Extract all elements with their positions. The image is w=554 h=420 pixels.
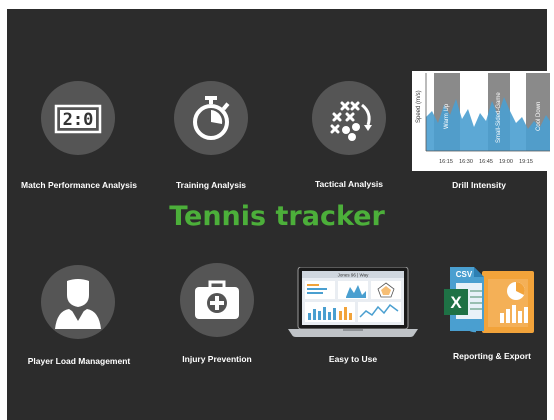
- drill-chart-ylabel: Speed (m/s): [416, 90, 422, 123]
- feature-label-tactical: Tactical Analysis: [314, 179, 384, 189]
- excel-letter: X: [450, 293, 462, 312]
- feature-label-training: Training Analysis: [175, 180, 247, 190]
- feature-label-drill-intensity: Drill Intensity: [452, 180, 506, 190]
- drill-phase-label: Cool Down: [536, 102, 542, 131]
- tactics-icon[interactable]: [312, 81, 386, 155]
- drill-x-tick: 16:45: [479, 159, 493, 165]
- feature-label-player-load: Player Load Management: [27, 356, 131, 366]
- scoreboard-value: 2:0: [63, 110, 94, 130]
- drill-x-tick: 16:15: [439, 159, 453, 165]
- laptop-dashboard-icon[interactable]: Jones 96 | Way: [288, 267, 418, 339]
- drill-x-tick: 19:15: [519, 159, 533, 165]
- feature-label-match-performance: Match Performance Analysis: [21, 180, 137, 190]
- feature-label-injury-prevention: Injury Prevention: [182, 354, 252, 364]
- first-aid-kit-icon[interactable]: [180, 263, 254, 337]
- drill-phase-label: Warm Up: [444, 103, 450, 129]
- drill-phase-label: Small-Sided-Game: [496, 92, 502, 143]
- scoreboard-icon[interactable]: 2:0: [41, 81, 115, 155]
- stopwatch-icon[interactable]: [174, 81, 248, 155]
- app-frame: 2:0 Match Performance Analysis Training …: [7, 9, 552, 420]
- intensity-chart-icon[interactable]: Speed (m/s) Warm Up Small-Sided-Game Coo…: [412, 71, 552, 171]
- laptop-screen-header: Jones 96 | Way: [338, 273, 370, 278]
- drill-x-tick: 19:00: [499, 159, 513, 165]
- feature-label-easy-to-use: Easy to Use: [328, 354, 378, 364]
- page-title: Tennis tracker: [169, 201, 385, 232]
- feature-label-reporting-export: Reporting & Export: [453, 351, 531, 361]
- drill-x-tick: 16:30: [459, 159, 473, 165]
- csv-label: CSV: [456, 270, 473, 279]
- player-icon[interactable]: [41, 265, 115, 339]
- csv-excel-icon[interactable]: CSV X: [444, 265, 536, 339]
